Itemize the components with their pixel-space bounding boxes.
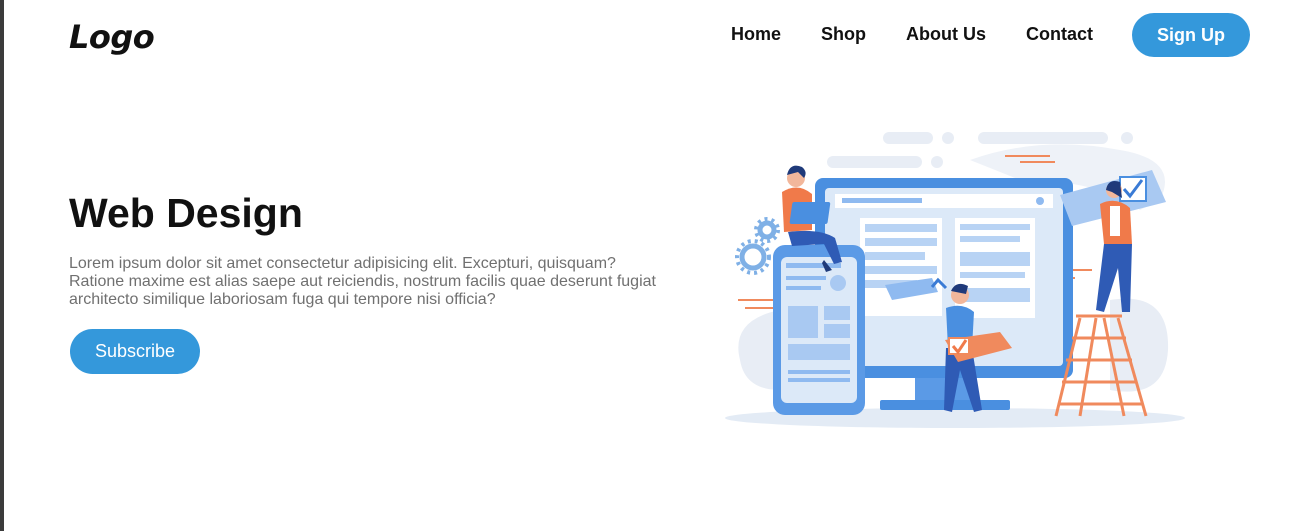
sign-up-button[interactable]: Sign Up (1132, 13, 1250, 57)
hero-description: Lorem ipsum dolor sit amet consectetur a… (69, 255, 656, 308)
phone-illustration (773, 245, 865, 415)
logo[interactable]: Logo (69, 18, 155, 56)
gear-icon (739, 220, 777, 271)
nav-link-contact[interactable]: Contact (1026, 24, 1093, 45)
site-header: Logo Home Shop About Us Contact Sign Up (0, 0, 1291, 80)
nav-link-about-us[interactable]: About Us (906, 24, 986, 45)
web-design-illustration (725, 132, 1185, 428)
nav-link-home[interactable]: Home (731, 24, 781, 45)
subscribe-button[interactable]: Subscribe (70, 329, 200, 374)
hero-title: Web Design (69, 190, 303, 236)
nav-link-shop[interactable]: Shop (821, 24, 866, 45)
